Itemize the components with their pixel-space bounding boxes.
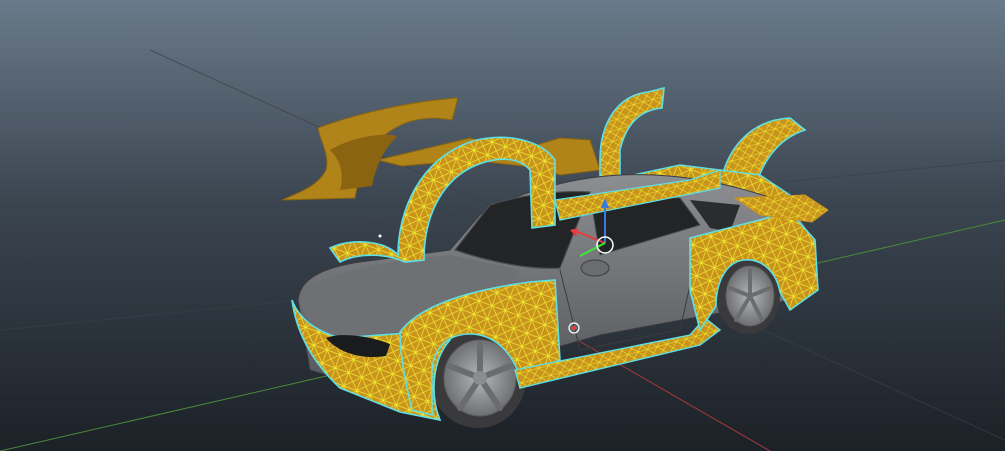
- side-mirror: [580, 259, 610, 277]
- 3d-viewport[interactable]: [0, 0, 1005, 451]
- pivot-point-icon: [378, 234, 382, 238]
- viewport-canvas[interactable]: [0, 0, 1005, 451]
